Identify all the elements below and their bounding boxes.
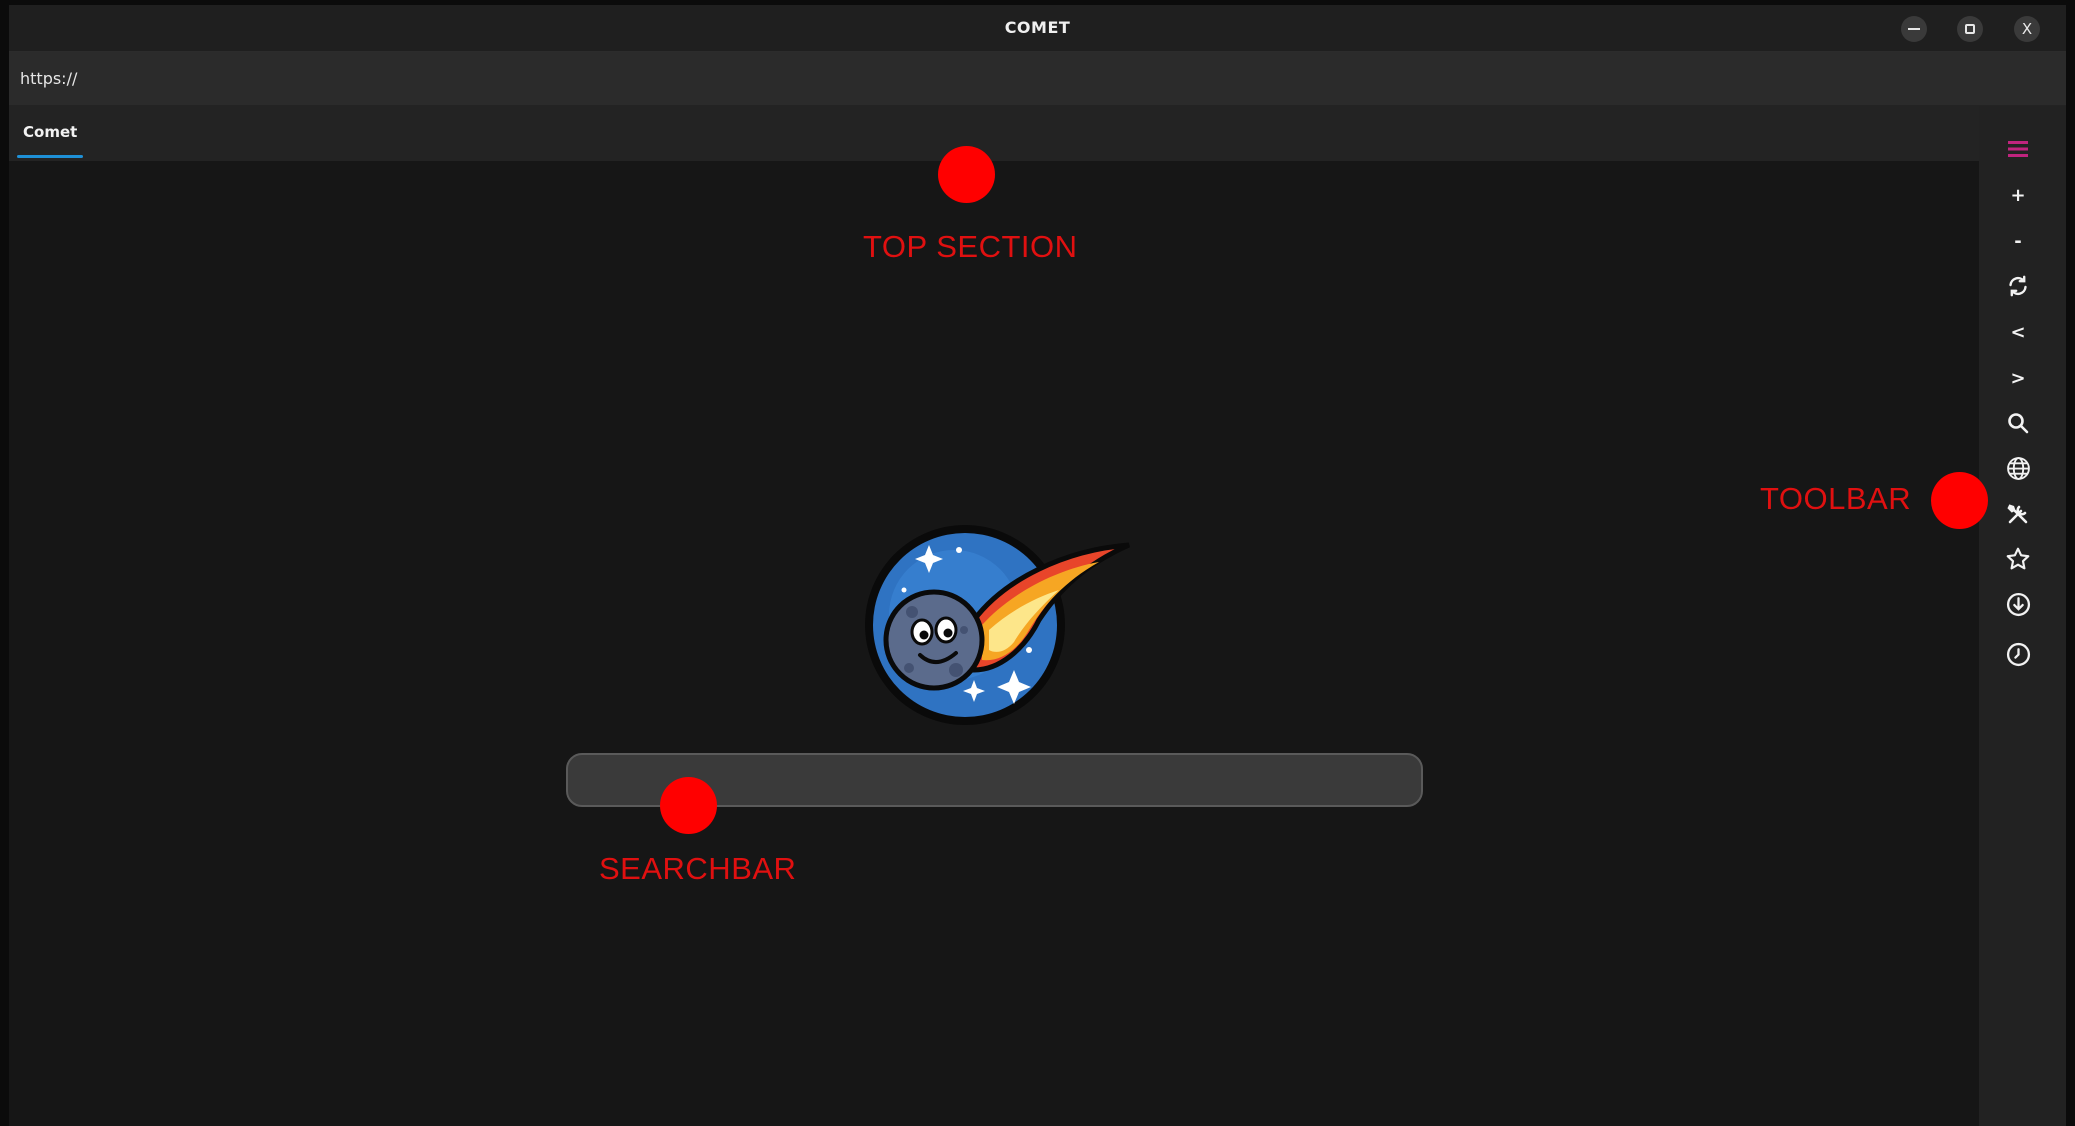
zoom-in-button[interactable]: + bbox=[2000, 177, 2036, 213]
tools-icon bbox=[2007, 504, 2028, 524]
title-bar: COMET X bbox=[9, 5, 2066, 52]
hamburger-icon bbox=[2008, 141, 2028, 157]
top-section-annotation: TOP SECTION bbox=[863, 229, 1078, 264]
maximize-button[interactable] bbox=[1957, 16, 1983, 42]
window-title: COMET bbox=[1004, 18, 1071, 37]
maximize-icon bbox=[1965, 24, 1975, 34]
minimize-icon bbox=[1908, 28, 1920, 30]
top-section-marker bbox=[938, 146, 995, 203]
tools-button[interactable] bbox=[2000, 496, 2036, 532]
search-icon bbox=[2008, 413, 2029, 434]
star-icon bbox=[2006, 547, 2030, 570]
forward-button[interactable]: > bbox=[2000, 360, 2036, 396]
refresh-icon bbox=[2009, 275, 2027, 297]
tab-bar: Comet bbox=[9, 106, 1979, 161]
url-input[interactable] bbox=[9, 52, 2066, 105]
side-toolbar: + - < > bbox=[1979, 106, 2066, 1126]
tab-comet[interactable]: Comet bbox=[17, 106, 84, 161]
clock-icon bbox=[2006, 642, 2030, 666]
zoom-out-button[interactable]: - bbox=[2000, 223, 2036, 259]
toolbar-marker bbox=[1931, 472, 1988, 529]
tab-label: Comet bbox=[23, 123, 78, 141]
minimize-button[interactable] bbox=[1901, 16, 1927, 42]
web-button[interactable] bbox=[2000, 450, 2036, 486]
back-button[interactable]: < bbox=[2000, 314, 2036, 350]
downloads-button[interactable] bbox=[2000, 586, 2036, 622]
toolbar-annotation: TOOLBAR bbox=[1760, 481, 1912, 516]
menu-button[interactable] bbox=[2000, 131, 2036, 167]
browser-window: COMET X Comet + - bbox=[9, 5, 2066, 1126]
close-button[interactable]: X bbox=[2014, 16, 2040, 42]
search-button[interactable] bbox=[2000, 405, 2036, 441]
history-button[interactable] bbox=[2000, 636, 2036, 672]
active-tab-indicator bbox=[17, 155, 84, 158]
address-bar bbox=[9, 52, 2066, 106]
searchbar-annotation: SEARCHBAR bbox=[599, 851, 797, 886]
download-icon bbox=[2006, 592, 2030, 616]
reload-button[interactable] bbox=[2000, 268, 2036, 304]
globe-icon bbox=[2006, 456, 2030, 480]
bookmarks-button[interactable] bbox=[2000, 541, 2036, 577]
searchbar-marker bbox=[660, 777, 717, 834]
comet-logo bbox=[865, 525, 1131, 725]
